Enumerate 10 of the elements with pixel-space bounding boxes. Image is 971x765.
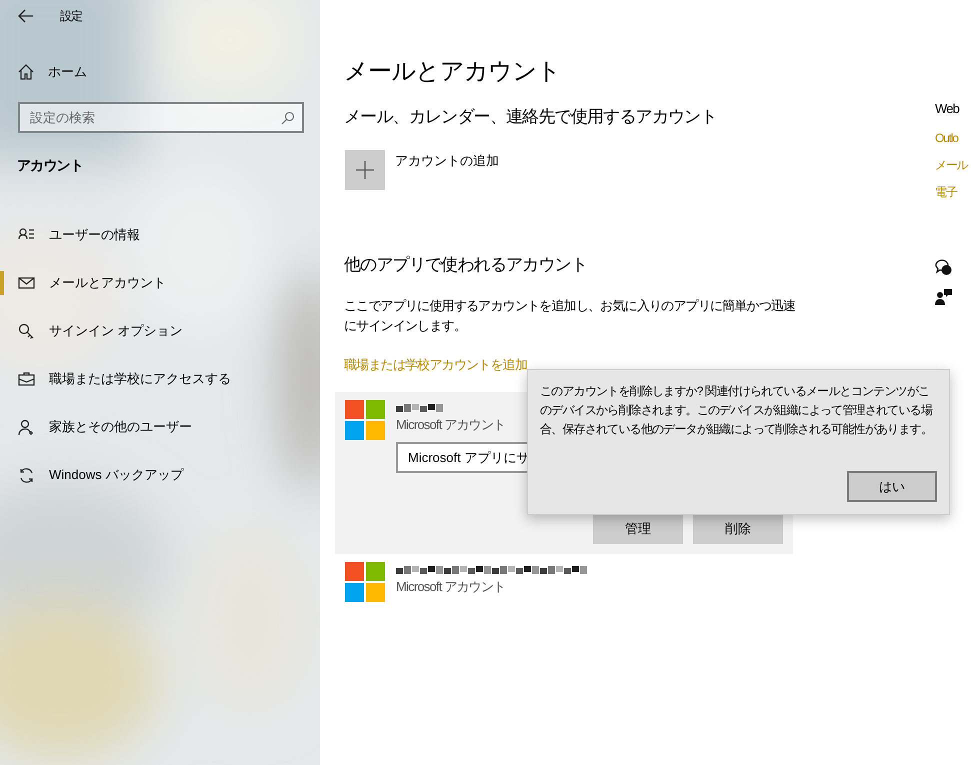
window-title: 設定 bbox=[60, 8, 82, 24]
section-heading: アカウント bbox=[17, 157, 84, 175]
page-title: メールとアカウント bbox=[344, 57, 562, 87]
description-text: ここでアプリに使用するアカウントを追加し、お気に入りのアプリに簡単かつ迅速にサインインします。 bbox=[344, 297, 796, 335]
dialog-message: このアカウントを削除しますか? 関連付けられているメールとコンテンツがこのデバイスから削除されます。このデバイスが組織によって管理されている場合、保存されている他のデータが組織によって削除される可能性があります。 bbox=[540, 383, 934, 438]
account-type: Microsoft アカウント bbox=[396, 416, 506, 434]
side-heading: Web bbox=[935, 101, 960, 116]
section-heading: メール、カレンダー、連絡先で使用するアカウント bbox=[344, 106, 718, 128]
account-type: Microsoft アカウント bbox=[396, 578, 506, 596]
section-heading: 他のアプリで使われるアカウント bbox=[344, 254, 588, 276]
